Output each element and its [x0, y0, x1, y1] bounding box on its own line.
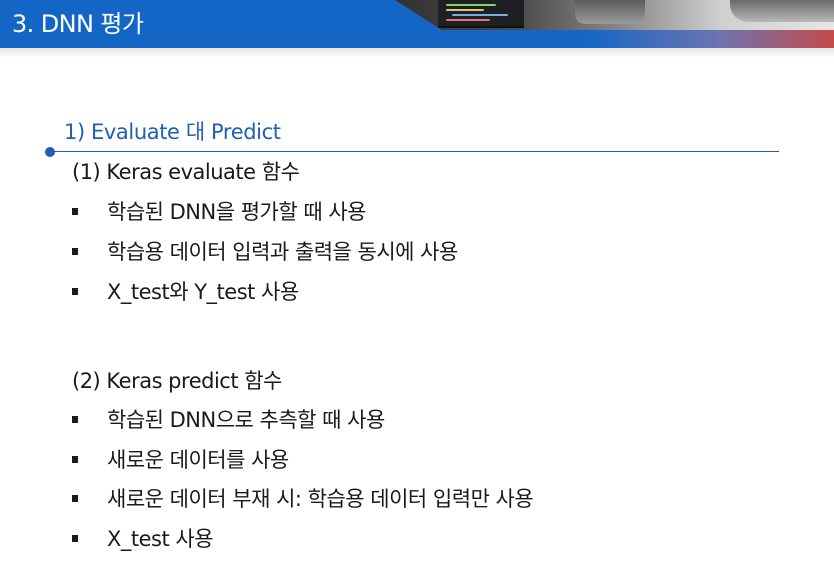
list-item-text: 학습된 DNN을 평가할 때 사용 [107, 200, 367, 224]
list-item: X_test 사용 [70, 524, 770, 554]
list-item-text: 학습된 DNN으로 추측할 때 사용 [107, 408, 385, 432]
list-item-text: X_test와 Y_test 사용 [107, 280, 299, 304]
list-item: X_test와 Y_test 사용 [70, 277, 770, 307]
list-item-text: X_test 사용 [107, 527, 214, 551]
square-bullet-icon [72, 208, 78, 215]
predict-heading: (2) Keras predict 함수 [72, 369, 282, 393]
square-bullet-icon [72, 248, 78, 255]
device-image [575, 0, 645, 24]
page-title: 3. DNN 평가 [12, 10, 144, 38]
list-item-text: 새로운 데이터 부재 시: 학습용 데이터 입력만 사용 [107, 487, 534, 511]
title-tab: 3. DNN 평가 [0, 0, 470, 48]
square-bullet-icon [72, 288, 78, 295]
list-item: 새로운 데이터를 사용 [70, 445, 770, 475]
list-item-text: 새로운 데이터를 사용 [107, 448, 289, 472]
dot-icon [45, 147, 55, 157]
header-shadow [0, 48, 834, 58]
square-bullet-icon [72, 456, 78, 463]
slide: 3. DNN 평가 1) Evaluate 대 Predict (1) Kera… [0, 0, 834, 588]
square-bullet-icon [72, 495, 78, 502]
list-item: 학습된 DNN으로 추측할 때 사용 [70, 405, 770, 435]
laptop-image [730, 0, 834, 22]
list-item: 학습용 데이터 입력과 출력을 동시에 사용 [70, 237, 770, 267]
section-divider [50, 151, 779, 152]
list-item: 학습된 DNN을 평가할 때 사용 [70, 197, 770, 227]
evaluate-heading: (1) Keras evaluate 함수 [72, 160, 300, 184]
list-item: 새로운 데이터 부재 시: 학습용 데이터 입력만 사용 [70, 484, 770, 514]
header-banner-image [380, 0, 834, 30]
section-heading: 1) Evaluate 대 Predict [64, 120, 281, 144]
list-item-text: 학습용 데이터 입력과 출력을 동시에 사용 [107, 240, 458, 264]
square-bullet-icon [72, 535, 78, 542]
square-bullet-icon [72, 416, 78, 423]
code-screen-image [438, 0, 524, 28]
